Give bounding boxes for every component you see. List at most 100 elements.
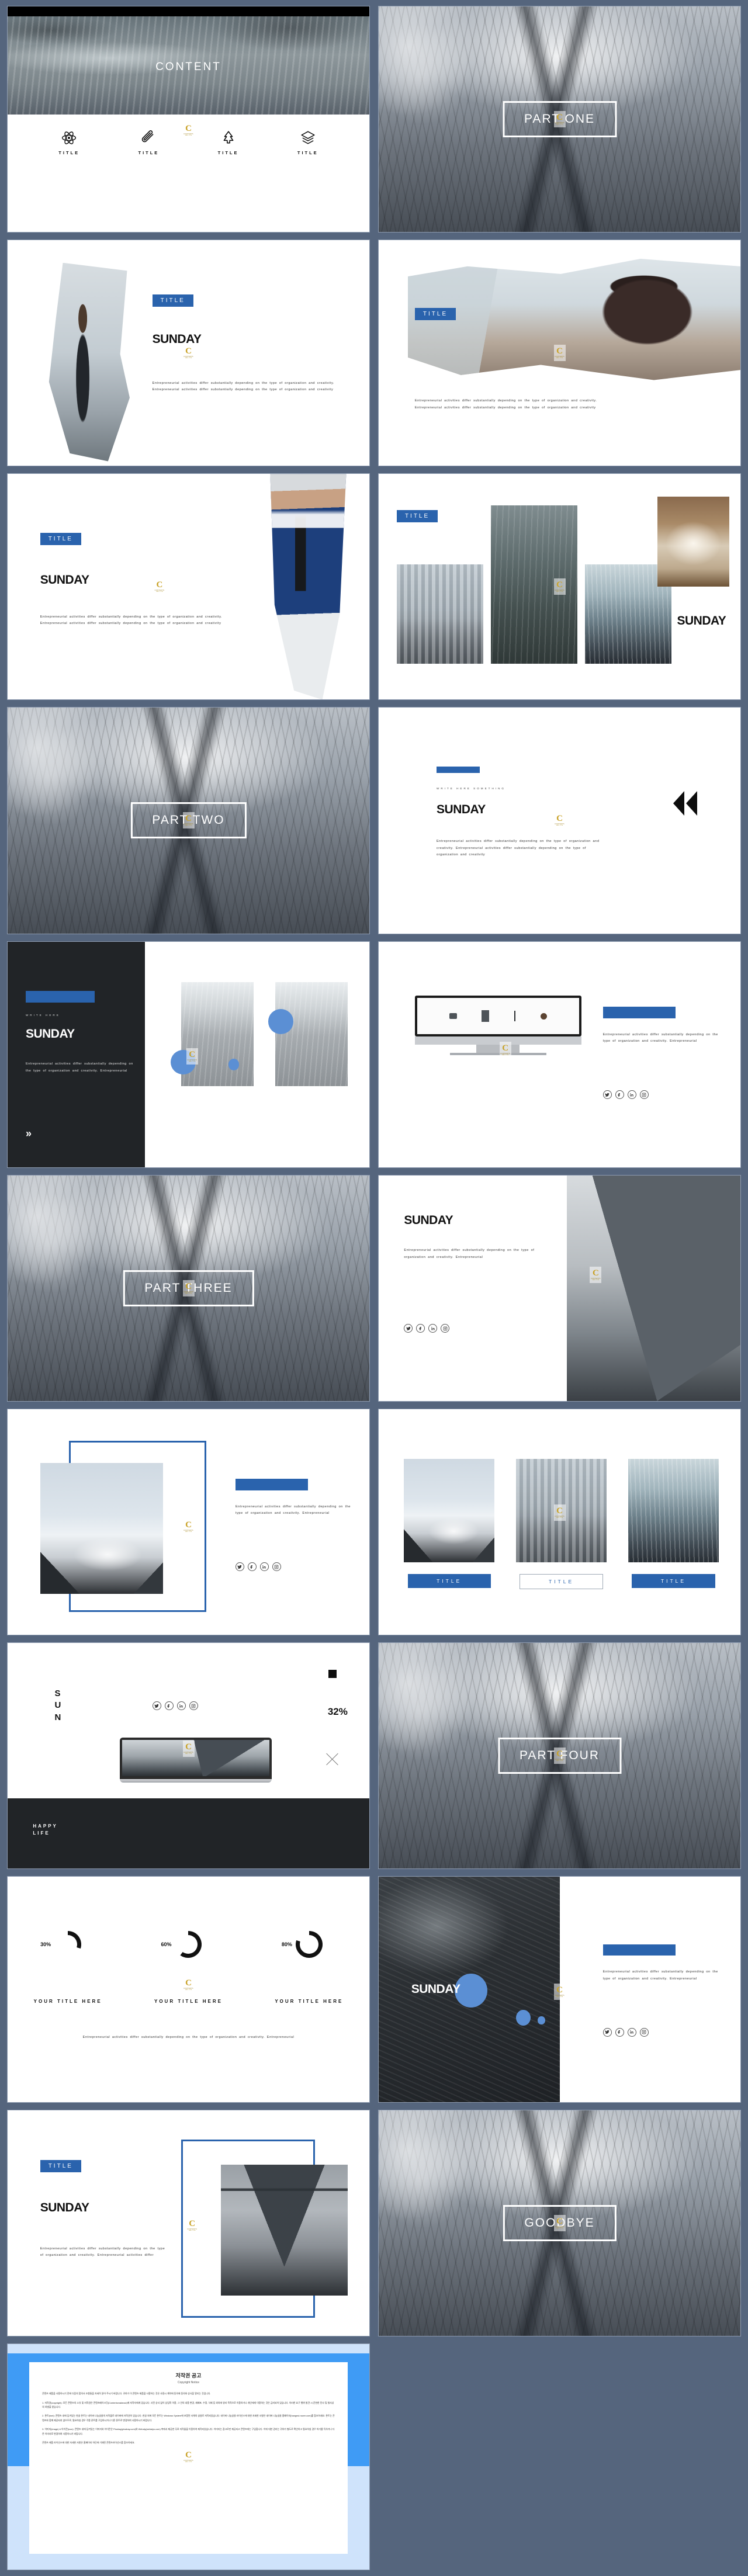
donut-row: 30% 60% 80% [8, 1930, 369, 1958]
section-title: PART FOUR [497, 1737, 622, 1774]
laptop-mockup [119, 1738, 272, 1783]
slide-dark-sunday-two-photos[interactable]: WRITE HERE SUNDAY Entrepreneurial activi… [7, 941, 370, 1168]
instagram-icon[interactable] [441, 1324, 450, 1333]
eyebrow: WRITE HERE SOMETHING [437, 786, 505, 790]
instagram-icon[interactable] [639, 1090, 649, 1100]
book-photo [657, 496, 730, 587]
title-button-3[interactable]: TITLE [632, 1573, 715, 1588]
slide-title-sunday-businessman[interactable]: TITLE SUNDAY Entrepreneurial activities … [7, 473, 370, 701]
heading: SUNDAY [677, 613, 726, 627]
body-text: Entrepreneurial activities differ substa… [602, 1032, 718, 1043]
slide-title-photo-top[interactable]: TITLE Entrepreneurial activities differ … [378, 240, 741, 467]
social-links[interactable] [602, 2027, 649, 2037]
slide-sunday-quote[interactable]: WRITE HERE SOMETHING SUNDAY Entrepreneur… [378, 707, 741, 934]
decor-dot [228, 1059, 240, 1070]
heading: SUNDAY [40, 573, 89, 587]
title-chip: TITLE [396, 510, 438, 523]
title-chip-wrap: TITLE [40, 532, 81, 545]
slide-title-photo-grid[interactable]: TITLE SUNDAY C CONTENTS MALL.COM [378, 473, 741, 701]
slide-sun-laptop-stats[interactable]: S U N 32% HAPPY LIFE C CONTENTS MALL.COM [7, 1642, 370, 1869]
girl-photo [49, 262, 130, 462]
camera-thumb [449, 1013, 457, 1020]
social-links[interactable] [602, 1090, 649, 1100]
license-intro: 콘텐츠 제품을 사용하시기 전에 다음의 합의서 조항들을 자세히 읽어 주시기… [42, 2392, 211, 2395]
feature-tree[interactable]: TITLE [218, 130, 239, 155]
bridge-photo [516, 1458, 607, 1563]
beach-photo-2 [275, 982, 348, 1086]
twitter-icon[interactable] [152, 1701, 161, 1711]
slide-mountain-blue-frame[interactable]: Entrepreneurial activities differ substa… [7, 1408, 370, 1635]
double-chevron-icon: » [25, 1128, 32, 1140]
forest-photo [490, 505, 578, 664]
feature-paperclip[interactable]: TITLE [138, 130, 159, 155]
facebook-icon[interactable] [247, 1562, 257, 1572]
letter-u: U [54, 1700, 61, 1711]
feature-atom[interactable]: TITLE [58, 130, 79, 155]
accent-bar [25, 991, 95, 1003]
caption-line-1: HAPPY [33, 1823, 58, 1829]
slide-desktop-monitor-mockup[interactable]: Entrepreneurial activities differ substa… [378, 941, 741, 1168]
slide-sunday-right-photo[interactable]: SUNDAY Entrepreneurial activities differ… [378, 1174, 741, 1402]
license-clause-3: 3. 이미지(image) & 아이콘(icon): 콘텐츠 내에 담겨있는 이… [42, 2428, 335, 2435]
facebook-icon[interactable] [416, 1324, 425, 1333]
linkedin-icon[interactable] [259, 1562, 269, 1572]
linkedin-icon[interactable] [627, 2027, 636, 2037]
twitter-icon[interactable] [602, 1090, 612, 1100]
dark-band [8, 1798, 369, 1868]
slide-goodbye[interactable]: GOODBYE C CONTENTS MALL.COM [378, 2110, 741, 2337]
donut-value: 80% [281, 1941, 292, 1947]
facebook-icon[interactable] [164, 1701, 174, 1711]
slide-deck: CONTENT TITLE TITLE TITLE TITLE C CONTENT… [0, 0, 748, 2576]
linkedin-icon[interactable] [176, 1701, 186, 1711]
social-links[interactable] [235, 1562, 281, 1572]
title-button-2[interactable]: TITLE [520, 1573, 603, 1589]
slide-title-sunday-eiffel[interactable]: TITLE SUNDAY Entrepreneurial activities … [7, 2110, 370, 2337]
instagram-icon[interactable] [272, 1562, 281, 1572]
instagram-icon[interactable] [639, 2027, 649, 2037]
twitter-icon[interactable] [602, 2027, 612, 2037]
donut-label: YOUR TITLE HERE [33, 1998, 102, 2004]
heading: SUNDAY [437, 802, 486, 816]
decor-dot [538, 2016, 545, 2024]
heading: SUNDAY [404, 1214, 453, 1228]
social-links[interactable] [152, 1701, 198, 1711]
watermark: C CONTENTS MALL.COM [553, 812, 566, 829]
instagram-icon[interactable] [189, 1701, 198, 1711]
monitor-mockup [414, 996, 581, 1056]
slide-content-overview[interactable]: CONTENT TITLE TITLE TITLE TITLE C CONTENT… [7, 6, 370, 233]
paperclip-icon [142, 130, 154, 143]
slide-title-sunday-left-photo[interactable]: TITLE SUNDAY Entrepreneurial activities … [7, 240, 370, 467]
twitter-icon[interactable] [404, 1324, 413, 1333]
slide-part-two[interactable]: PART TWO C CONTENTS MALL.COM [7, 707, 370, 934]
title-button-1[interactable]: TITLE [407, 1573, 491, 1588]
slide-part-four[interactable]: PART FOUR C CONTENTS MALL.COM [378, 1642, 741, 1869]
license-paper: 저작권 공고 Copyright Notice 콘텐츠 제품을 사용하시기 전에… [29, 2362, 348, 2554]
facebook-icon[interactable] [615, 2027, 624, 2037]
watermark: C CONTENTS MALL.COM [182, 1977, 195, 1993]
title-chip: TITLE [40, 2160, 81, 2173]
square-marker [328, 1670, 337, 1679]
linkedin-icon[interactable] [428, 1324, 438, 1333]
linkedin-icon[interactable] [627, 1090, 636, 1100]
slide-part-one[interactable]: PART ONE C CONTENTS MALL.COM [378, 6, 741, 233]
twitter-icon[interactable] [235, 1562, 244, 1572]
slide-donut-percentages[interactable]: 30% 60% 80% YOUR TITLE HERE YOUR TITLE H… [7, 1876, 370, 2103]
license-clause-1: 1. 저작권(copyright): 모든 콘텐츠의 소유 및 저작권은 콘텐츠… [42, 2401, 334, 2408]
letter-n: N [54, 1712, 61, 1722]
facebook-icon[interactable] [615, 1090, 624, 1100]
layers-icon [301, 131, 315, 144]
title-chip-wrap: TITLE [396, 510, 438, 523]
slide-three-photo-titles[interactable]: TITLE TITLE TITLE C CONTENTS MALL.COM [378, 1408, 741, 1635]
feature-layers[interactable]: TITLE [297, 130, 318, 155]
slide-part-three[interactable]: PART THREE C CONTENTS MALL.COM [7, 1174, 370, 1402]
social-links[interactable] [404, 1324, 450, 1333]
body-text: Entrepreneurial activities differ substa… [602, 1970, 718, 1981]
slide-copyright-notice[interactable]: 저작권 공고 Copyright Notice 콘텐츠 제품을 사용하시기 전에… [7, 2343, 370, 2571]
slide-sunday-shipwreck-split[interactable]: SUNDAY Entrepreneurial activities differ… [378, 1876, 741, 2103]
donut-value: 60% [161, 1941, 172, 1947]
feature-label: TITLE [138, 150, 160, 156]
donut-chart-60: 60% [161, 1930, 202, 1958]
eyebrow: WRITE HERE [25, 1014, 60, 1017]
atom-icon [62, 131, 77, 145]
title-chip: TITLE [40, 532, 81, 545]
